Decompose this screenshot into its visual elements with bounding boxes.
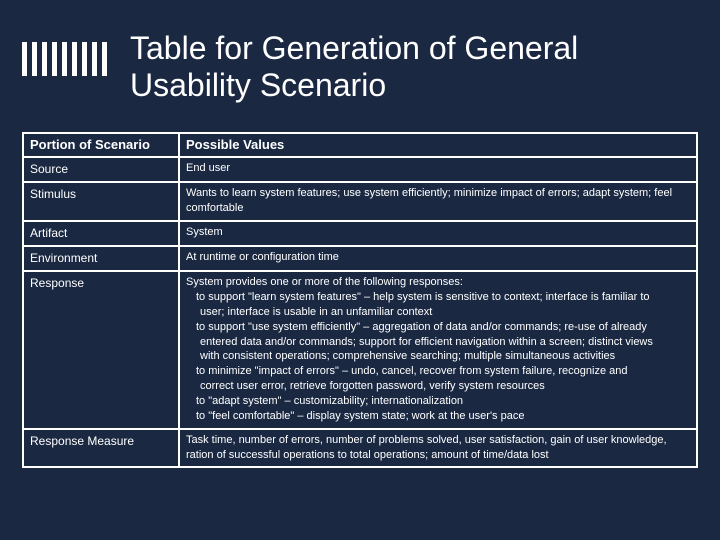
scenario-table: Portion of Scenario Possible Values Sour… <box>22 132 698 468</box>
table-row: Environment At runtime or configuration … <box>23 246 697 271</box>
row-value: At runtime or configuration time <box>179 246 697 271</box>
header-portion: Portion of Scenario <box>23 133 179 157</box>
table-row: Response Measure Task time, number of er… <box>23 429 697 468</box>
table-header-row: Portion of Scenario Possible Values <box>23 133 697 157</box>
row-value: Wants to learn system features; use syst… <box>179 182 697 221</box>
row-key: Source <box>23 157 179 182</box>
table-row: Response System provides one or more of … <box>23 271 697 428</box>
table-row: Source End user <box>23 157 697 182</box>
header-values: Possible Values <box>179 133 697 157</box>
row-key: Environment <box>23 246 179 271</box>
row-key: Artifact <box>23 221 179 246</box>
table-row: Stimulus Wants to learn system features;… <box>23 182 697 221</box>
table-row: Artifact System <box>23 221 697 246</box>
row-value: Task time, number of errors, number of p… <box>179 429 697 468</box>
row-value: End user <box>179 157 697 182</box>
decorative-bars <box>22 42 107 76</box>
row-key: Response <box>23 271 179 428</box>
row-value: System <box>179 221 697 246</box>
row-key: Stimulus <box>23 182 179 221</box>
slide-title: Table for Generation of General Usabilit… <box>130 30 690 104</box>
row-key: Response Measure <box>23 429 179 468</box>
row-value-response: System provides one or more of the follo… <box>179 271 697 428</box>
